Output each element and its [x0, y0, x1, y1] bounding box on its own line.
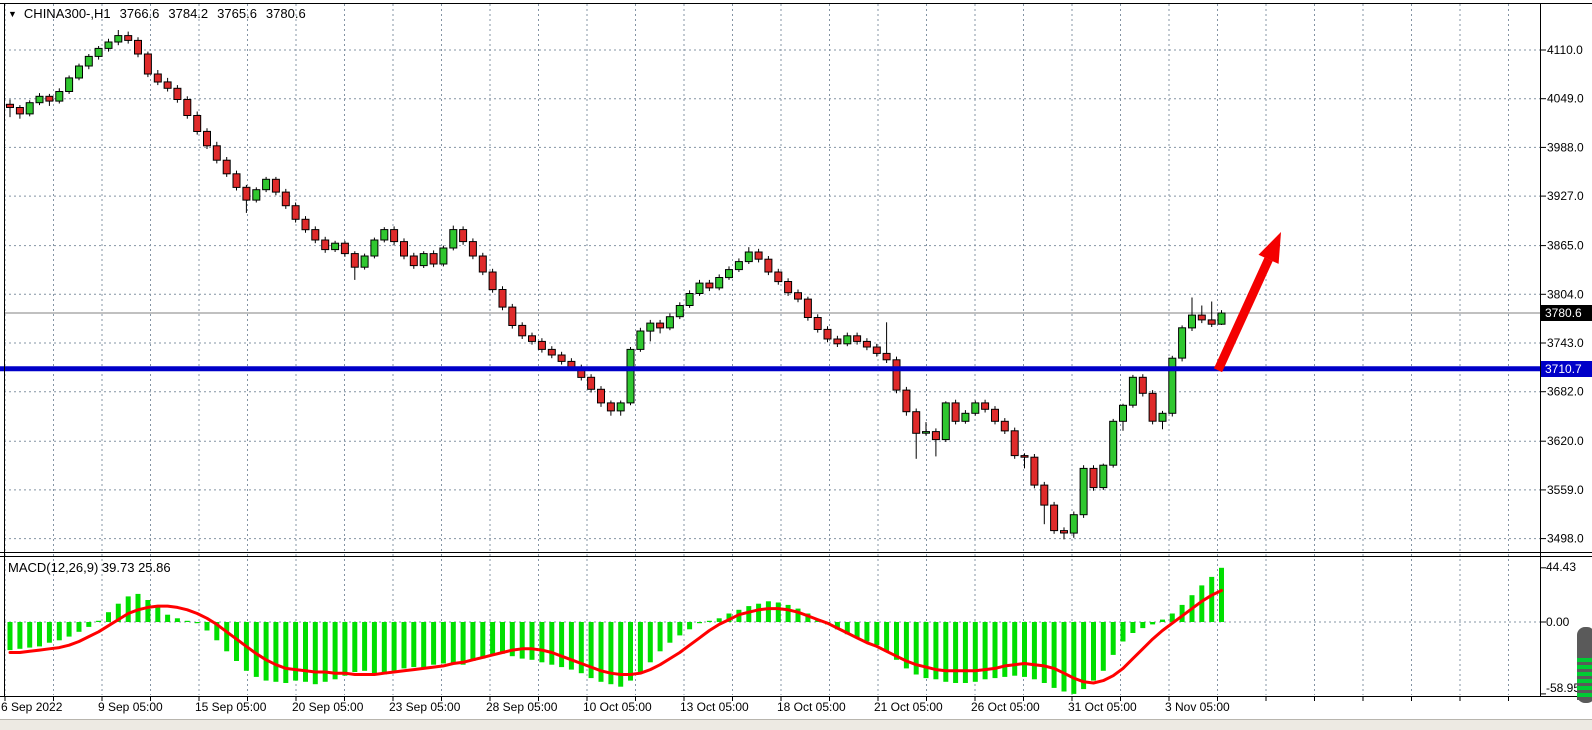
symbol-dropdown-icon[interactable]: ▼ [8, 9, 17, 19]
scrollbar-thumb[interactable] [1577, 627, 1592, 703]
svg-text:3804.0: 3804.0 [1547, 287, 1584, 301]
symbol-period-label: CHINA300-,H1 [24, 6, 111, 21]
svg-text:20 Sep 05:00: 20 Sep 05:00 [292, 700, 364, 714]
svg-text:26 Oct 05:00: 26 Oct 05:00 [971, 700, 1040, 714]
ohlc-open: 3766.6 [120, 6, 160, 21]
support-line-price-tag: 3710.7 [1541, 361, 1592, 377]
macd-axis-zero: 0.00 [1546, 615, 1569, 629]
macd-indicator-label: MACD(12,26,9) 39.73 25.86 [8, 560, 171, 575]
current-price-tag: 3780.6 [1541, 305, 1592, 321]
chart-window: 4110.0 4049.0 3988.0 3927.0 3865.0 3804.0 3743… [0, 0, 1592, 730]
svg-text:10 Oct 05:00: 10 Oct 05:00 [583, 700, 652, 714]
svg-text:28 Sep 05:00: 28 Sep 05:00 [486, 700, 558, 714]
symbol-header: ▼ CHINA300-,H1 3766.6 3784.2 3765.6 3780.6 [8, 6, 306, 21]
svg-text:31 Oct 05:00: 31 Oct 05:00 [1068, 700, 1137, 714]
svg-text:3988.0: 3988.0 [1547, 140, 1584, 154]
svg-text:3620.0: 3620.0 [1547, 434, 1584, 448]
svg-text:21 Oct 05:00: 21 Oct 05:00 [874, 700, 943, 714]
scrollbar-stripes-decoration [1577, 658, 1592, 700]
price-chart-canvas[interactable]: 4110.0 4049.0 3988.0 3927.0 3865.0 3804.0 3743… [0, 0, 1592, 730]
svg-text:23 Sep 05:00: 23 Sep 05:00 [389, 700, 461, 714]
svg-text:3865.0: 3865.0 [1547, 239, 1584, 253]
svg-text:3927.0: 3927.0 [1547, 189, 1584, 203]
svg-text:3743.0: 3743.0 [1547, 336, 1584, 350]
svg-text:4049.0: 4049.0 [1547, 92, 1584, 106]
ohlc-low: 3765.6 [217, 6, 257, 21]
svg-text:3 Nov 05:00: 3 Nov 05:00 [1165, 700, 1230, 714]
ohlc-high: 3784.2 [168, 6, 208, 21]
svg-text:3682.0: 3682.0 [1547, 385, 1584, 399]
svg-text:3559.0: 3559.0 [1547, 483, 1584, 497]
ohlc-close: 3780.6 [266, 6, 306, 21]
macd-axis-min: -58.95 [1546, 681, 1580, 695]
svg-text:9 Sep 05:00: 9 Sep 05:00 [98, 700, 163, 714]
svg-text:15 Sep 05:00: 15 Sep 05:00 [195, 700, 267, 714]
svg-text:13 Oct 05:00: 13 Oct 05:00 [680, 700, 749, 714]
svg-text:18 Oct 05:00: 18 Oct 05:00 [777, 700, 846, 714]
svg-text:3498.0: 3498.0 [1547, 532, 1584, 546]
window-bottom-strip [0, 719, 1592, 730]
svg-text:6 Sep 2022: 6 Sep 2022 [1, 700, 63, 714]
macd-axis-max: 44.43 [1546, 560, 1576, 574]
svg-text:4110.0: 4110.0 [1547, 43, 1583, 57]
